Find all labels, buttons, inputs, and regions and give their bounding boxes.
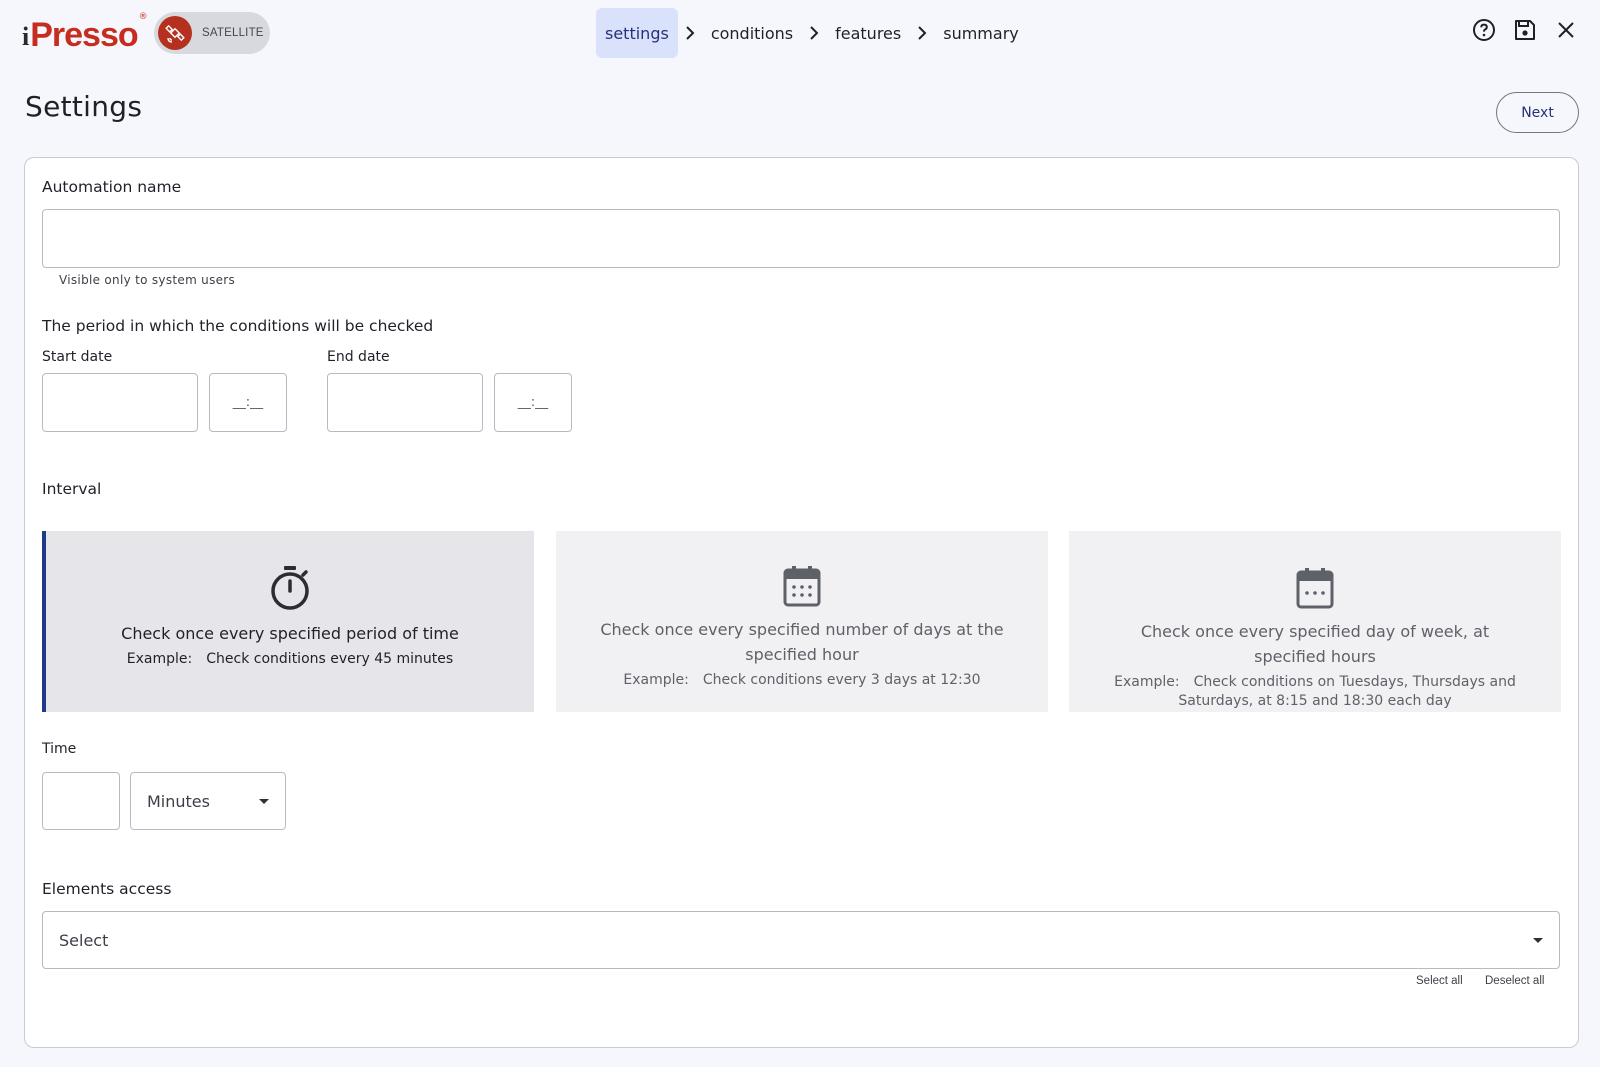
example-text: Check conditions every 45 minutes	[206, 651, 454, 667]
help-icon[interactable]	[1472, 18, 1496, 42]
settings-card: Automation name Visible only to system u…	[24, 157, 1579, 1048]
satellite-label: SATELLITE	[202, 27, 264, 39]
end-time-input[interactable]	[495, 374, 571, 431]
start-date-input[interactable]	[43, 374, 197, 431]
interval-option-period[interactable]: Check once every specified period of tim…	[42, 531, 534, 712]
end-date-field[interactable]	[327, 373, 483, 432]
chevron-right-icon	[910, 26, 934, 40]
elements-access-select[interactable]: Select	[42, 911, 1560, 969]
start-date-field[interactable]	[42, 373, 198, 432]
end-date-input[interactable]	[328, 374, 482, 431]
satellite-icon	[158, 16, 192, 50]
calendar-icon	[1296, 567, 1334, 613]
automation-name-field[interactable]	[42, 209, 1560, 268]
close-icon[interactable]	[1554, 18, 1578, 42]
time-value-input[interactable]	[43, 773, 119, 829]
logo-text: Presso	[30, 16, 138, 54]
step-settings[interactable]: settings	[596, 8, 678, 58]
elements-access-label: Elements access	[42, 880, 172, 898]
elements-access-value: Select	[59, 930, 109, 950]
interval-option-example: Example: Check conditions on Tuesdays, Th…	[1069, 673, 1561, 711]
interval-option-title: Check once every specified number of day…	[600, 620, 1004, 664]
automation-name-label: Automation name	[42, 178, 182, 196]
end-date-label: End date	[327, 349, 390, 365]
select-all-link[interactable]: Select all	[1416, 975, 1463, 987]
automation-name-input[interactable]	[43, 210, 1559, 267]
ipresso-logo: i Presso ®	[22, 12, 148, 52]
time-unit-value: Minutes	[147, 791, 210, 811]
caret-down-icon	[1533, 937, 1543, 943]
time-unit-select[interactable]: Minutes	[130, 772, 286, 830]
start-time-field[interactable]	[209, 373, 287, 432]
top-actions	[1472, 18, 1578, 42]
automation-name-hint: Visible only to system users	[59, 273, 236, 287]
example-label: Example:	[126, 651, 193, 667]
step-features[interactable]: features	[826, 8, 910, 58]
logo-registered-mark: ®	[138, 12, 148, 22]
interval-option-title: Check once every specified period of tim…	[121, 624, 459, 643]
interval-option-weekday[interactable]: Check once every specified day of week, …	[1069, 531, 1561, 712]
page-title: Settings	[25, 90, 143, 123]
caret-down-icon	[259, 798, 269, 804]
step-summary[interactable]: summary	[934, 8, 1028, 58]
start-date-label: Start date	[42, 349, 113, 365]
end-time-field[interactable]	[494, 373, 572, 432]
start-time-input[interactable]	[210, 374, 286, 431]
interval-label: Interval	[42, 480, 102, 498]
wizard-steps: settings conditions features summary	[596, 8, 1028, 58]
satellite-badge: SATELLITE	[154, 12, 270, 54]
logo-i: i	[22, 22, 30, 51]
interval-option-example: Example: Check conditions every 45 minute…	[87, 650, 493, 669]
example-text: Check conditions on Tuesdays, Thursdays …	[1178, 674, 1516, 709]
interval-option-title: Check once every specified day of week, …	[1140, 622, 1490, 666]
deselect-all-link[interactable]: Deselect all	[1485, 975, 1544, 987]
stopwatch-icon	[269, 565, 311, 615]
next-button[interactable]: Next	[1496, 92, 1579, 133]
chevron-right-icon	[802, 26, 826, 40]
period-label: The period in which the conditions will …	[42, 317, 434, 335]
time-label: Time	[42, 741, 77, 757]
time-value-field[interactable]	[42, 772, 120, 830]
calendar-icon	[783, 565, 821, 611]
example-label: Example:	[623, 672, 689, 688]
chevron-right-icon	[678, 26, 702, 40]
example-text: Check conditions every 3 days at 12:30	[702, 672, 981, 688]
top-bar: i Presso ® SATELLITE settings conditions	[0, 0, 1600, 66]
save-icon[interactable]	[1513, 18, 1537, 42]
step-conditions[interactable]: conditions	[702, 8, 802, 58]
interval-option-example: Example: Check conditions every 3 days at…	[583, 671, 1020, 690]
interval-option-days[interactable]: Check once every specified number of day…	[556, 531, 1048, 712]
example-label: Example:	[1114, 674, 1180, 690]
